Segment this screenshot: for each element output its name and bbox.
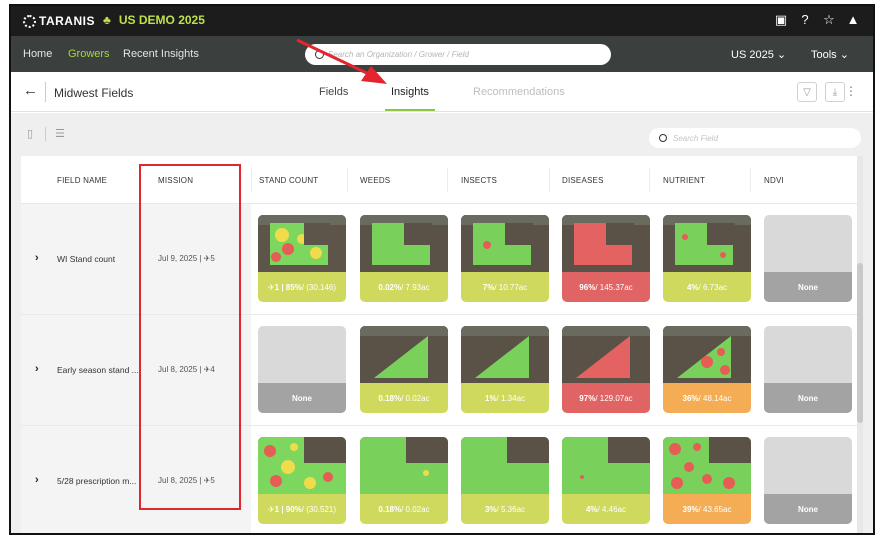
insight-value: ✈1 | 90% / (30.521) [258, 494, 346, 524]
insight-value: 1% / 1.34ac [461, 383, 549, 413]
field-map-thumbnail [562, 326, 650, 383]
field-map-thumbnail [663, 326, 751, 383]
insight-value: None [764, 494, 852, 524]
insight-value: 96% / 145.37ac [562, 272, 650, 302]
column-header-diseases[interactable]: DISEASES [562, 176, 604, 185]
field-map-thumbnail [360, 326, 448, 383]
insight-value: 0.02% / 7.93ac [360, 272, 448, 302]
insight-tile-weeds[interactable]: 0.18% / 0.02ac [360, 437, 448, 524]
insight-tile-stand-count[interactable]: None [258, 326, 346, 413]
column-header-stand-count[interactable]: STAND COUNT [259, 176, 318, 185]
insight-value: 0.18% / 0.02ac [360, 383, 448, 413]
mission-column-highlight [139, 164, 241, 510]
insight-tile-nutrient[interactable]: 4% / 6.73ac [663, 215, 751, 302]
insight-tile-insects[interactable]: 7% / 10.77ac [461, 215, 549, 302]
insight-tile-diseases[interactable]: 4% / 4.46ac [562, 437, 650, 524]
expand-chevron-icon[interactable]: › [35, 474, 39, 486]
insight-value: ✈1 | 85% / (30.146) [258, 272, 346, 302]
insight-tile-insects[interactable]: 1% / 1.34ac [461, 326, 549, 413]
scrollbar-thumb[interactable] [857, 263, 863, 423]
insight-value: None [258, 383, 346, 413]
divider [649, 168, 650, 192]
insight-tile-stand-count[interactable]: ✈1 | 85% / (30.146) [258, 215, 346, 302]
expand-chevron-icon[interactable]: › [35, 252, 39, 264]
insight-value: 4% / 6.73ac [663, 272, 751, 302]
column-header-field-name[interactable]: FIELD NAME [57, 176, 107, 185]
map-view-icon[interactable]: ▯ [27, 127, 33, 140]
column-header-weeds[interactable]: WEEDS [360, 176, 390, 185]
search-icon [659, 134, 667, 142]
field-map-thumbnail [258, 215, 346, 272]
field-name[interactable]: 5/28 prescription m... [57, 476, 136, 486]
insight-tile-diseases[interactable]: 96% / 145.37ac [562, 215, 650, 302]
insight-tile-ndvi[interactable]: None [764, 215, 852, 302]
insight-tile-stand-count[interactable]: ✈1 | 90% / (30.521) [258, 437, 346, 524]
insight-tile-ndvi[interactable]: None [764, 326, 852, 413]
insight-value: 7% / 10.77ac [461, 272, 549, 302]
column-header-insects[interactable]: INSECTS [461, 176, 497, 185]
divider [750, 168, 751, 192]
insight-value: 36% / 48.14ac [663, 383, 751, 413]
column-header-ndvi[interactable]: NDVI [764, 176, 784, 185]
active-tab-indicator [385, 109, 435, 111]
insight-value: 4% / 4.46ac [562, 494, 650, 524]
field-map-thumbnail [562, 215, 650, 272]
divider [347, 168, 348, 192]
insight-tile-weeds[interactable]: 0.02% / 7.93ac [360, 215, 448, 302]
insight-tile-nutrient[interactable]: 39% / 43.65ac [663, 437, 751, 524]
insight-tile-insects[interactable]: 3% / 5.36ac [461, 437, 549, 524]
field-map-thumbnail [461, 437, 549, 494]
field-map-thumbnail [360, 437, 448, 494]
field-map-thumbnail [258, 437, 346, 494]
app-window: TARANIS ♣ US DEMO 2025 ▣ ? ☆ ▲ Home Grow… [9, 4, 875, 535]
field-name[interactable]: Early season stand ... [57, 365, 139, 375]
insight-value: 97% / 129.07ac [562, 383, 650, 413]
field-map-thumbnail [663, 215, 751, 272]
divider [251, 168, 252, 192]
insight-tile-diseases[interactable]: 97% / 129.07ac [562, 326, 650, 413]
insight-value: 0.18% / 0.02ac [360, 494, 448, 524]
field-search-input[interactable]: Search Field [649, 128, 861, 148]
divider [447, 168, 448, 192]
field-map-thumbnail [461, 326, 549, 383]
field-map-thumbnail [360, 215, 448, 272]
field-search-placeholder: Search Field [673, 133, 718, 143]
expand-chevron-icon[interactable]: › [35, 363, 39, 375]
field-name[interactable]: WI Stand count [57, 254, 115, 264]
field-map-thumbnail [461, 215, 549, 272]
divider [45, 127, 46, 141]
field-map-thumbnail [562, 437, 650, 494]
list-view-icon[interactable]: ☰ [55, 127, 65, 140]
insight-tile-nutrient[interactable]: 36% / 48.14ac [663, 326, 751, 413]
insight-value: None [764, 272, 852, 302]
insight-value: 3% / 5.36ac [461, 494, 549, 524]
insight-value: None [764, 383, 852, 413]
field-map-thumbnail [663, 437, 751, 494]
insight-value: 39% / 43.65ac [663, 494, 751, 524]
divider [549, 168, 550, 192]
insight-tile-weeds[interactable]: 0.18% / 0.02ac [360, 326, 448, 413]
column-header-nutrient[interactable]: NUTRIENT [663, 176, 705, 185]
annotation-arrow [296, 38, 387, 84]
insight-tile-ndvi[interactable]: None [764, 437, 852, 524]
